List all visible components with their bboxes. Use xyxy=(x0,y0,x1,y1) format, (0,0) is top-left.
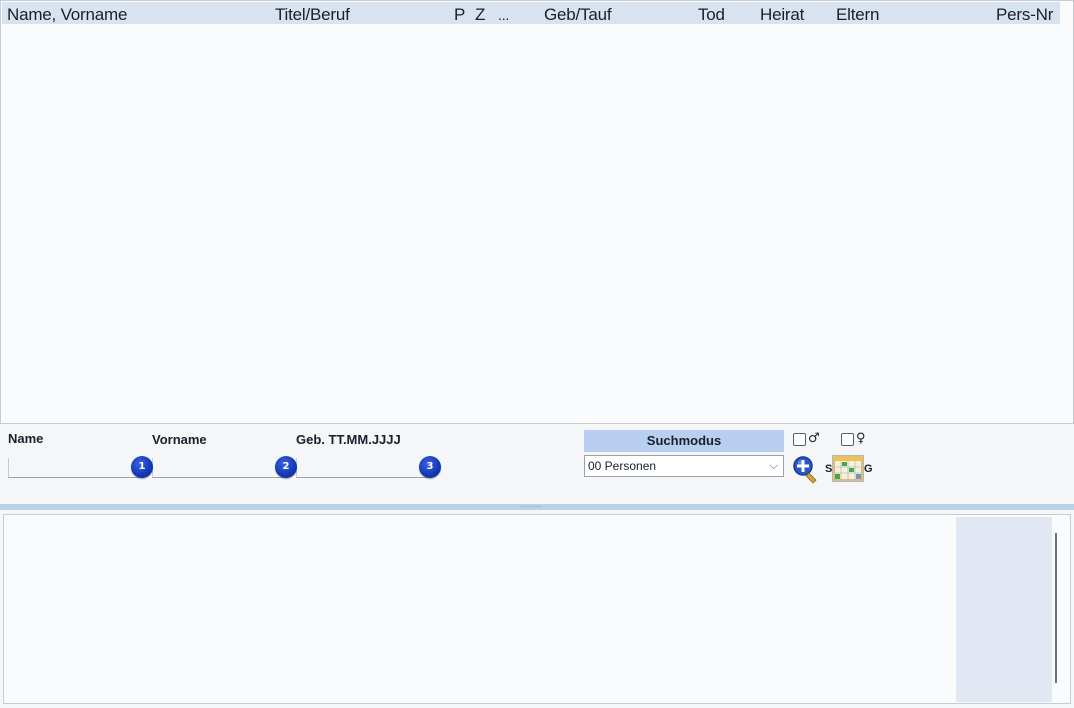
splitter-grip-icon[interactable]: ········ xyxy=(520,503,541,511)
search-button[interactable] xyxy=(792,455,826,484)
name-field[interactable] xyxy=(8,458,144,478)
column-header-geb[interactable]: Geb/Tauf xyxy=(544,5,612,25)
suchmodus-selected-value: 00 Personen xyxy=(588,459,657,473)
column-header-eltern[interactable]: Eltern xyxy=(836,5,879,25)
step-1-badge: 1 xyxy=(131,456,153,478)
male-checkbox[interactable] xyxy=(793,433,806,446)
magnifier-plus-icon xyxy=(793,456,817,484)
column-header-z[interactable]: Z xyxy=(475,5,485,25)
name-input[interactable] xyxy=(9,458,144,477)
grid-button[interactable] xyxy=(832,455,864,482)
list-header: Name, Vorname Titel/Beruf P Z ... Geb/Ta… xyxy=(2,2,1060,24)
column-header-p[interactable]: P xyxy=(454,5,465,25)
grid-icon xyxy=(833,456,863,481)
male-icon: ♂ xyxy=(808,431,820,446)
detail-panel xyxy=(3,514,1071,704)
person-list[interactable]: Name, Vorname Titel/Beruf P Z ... Geb/Ta… xyxy=(0,0,1074,424)
column-header-name[interactable]: Name, Vorname xyxy=(7,5,127,25)
detail-side-panel xyxy=(956,517,1052,702)
vorname-label: Vorname xyxy=(152,432,207,447)
step-2-badge: 2 xyxy=(275,456,297,478)
chevron-down-icon[interactable]: ⌵ xyxy=(770,456,778,476)
column-header-pers-nr[interactable]: Pers-Nr xyxy=(996,5,1053,25)
name-label: Name xyxy=(8,431,44,446)
female-icon: ♀ xyxy=(856,431,866,446)
column-header-heirat[interactable]: Heirat xyxy=(760,5,804,25)
geb-field[interactable] xyxy=(296,458,432,478)
geb-input[interactable] xyxy=(297,458,432,477)
column-header-more[interactable]: ... xyxy=(498,7,509,23)
suchmodus-header: Suchmodus xyxy=(584,430,784,452)
detail-scrollbar[interactable] xyxy=(1055,533,1057,683)
female-checkbox[interactable] xyxy=(841,433,854,446)
panel-splitter[interactable]: ········ xyxy=(0,503,1074,511)
column-header-tod[interactable]: Tod xyxy=(698,5,725,25)
grid-button-letter: G xyxy=(864,463,873,475)
vorname-input[interactable] xyxy=(153,458,288,477)
vorname-field[interactable] xyxy=(152,458,288,478)
suchmodus-select[interactable]: 00 Personen ⌵ xyxy=(584,455,784,477)
column-header-titel[interactable]: Titel/Beruf xyxy=(275,5,350,25)
geb-label: Geb. TT.MM.JJJJ xyxy=(296,432,401,447)
step-3-badge: 3 xyxy=(419,456,441,478)
